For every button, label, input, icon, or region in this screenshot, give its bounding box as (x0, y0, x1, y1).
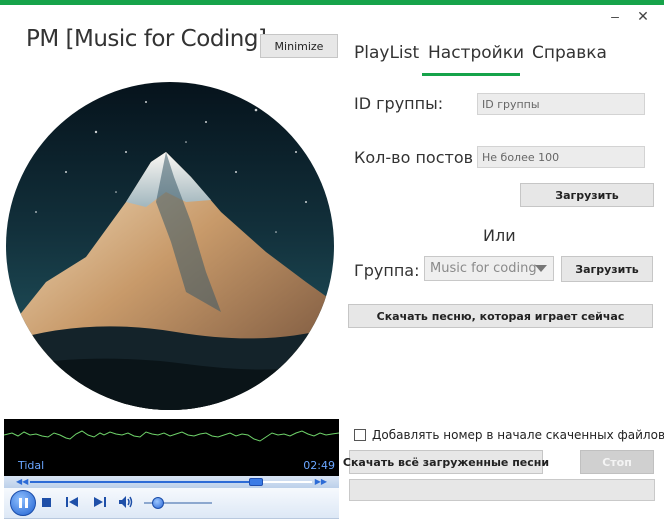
download-current-button[interactable]: Скачать песню, которая играет сейчас (348, 304, 653, 328)
player-controls (4, 488, 339, 519)
volume-icon[interactable] (118, 495, 134, 509)
tab-playlist[interactable]: PlayList (354, 40, 424, 76)
tab-help[interactable]: Справка (532, 40, 612, 76)
media-player: Tidal 02:49 ◀◀ ▶▶ (4, 419, 339, 519)
tab-settings[interactable]: Настройки (422, 40, 524, 76)
tab-bar: PlayList Настройки Справка (346, 40, 664, 76)
mountain-night-image (6, 82, 334, 410)
group-load-button[interactable]: Загрузить (561, 256, 653, 282)
window-minimize-icon[interactable]: – (605, 8, 625, 24)
chevron-down-icon (535, 265, 547, 272)
group-label: Группа: (354, 261, 420, 280)
album-art (6, 82, 334, 410)
app-title: PM [Music for Coding] (26, 26, 267, 52)
number-prefix-checkbox[interactable] (354, 429, 366, 441)
seek-track[interactable] (30, 478, 312, 486)
group-select[interactable]: Music for coding (424, 256, 554, 281)
group-id-input[interactable]: ID группы (477, 93, 645, 115)
download-progress-bar (349, 479, 655, 501)
next-icon[interactable] (92, 496, 106, 508)
window-close-icon[interactable]: ✕ (633, 8, 653, 24)
waveform-graphic (4, 430, 339, 442)
download-all-button[interactable]: Скачать всё загруженные песни (343, 450, 549, 474)
post-count-label: Кол-во постов (354, 148, 474, 167)
group-id-label: ID группы: (354, 94, 444, 113)
load-button[interactable]: Загрузить (520, 183, 654, 207)
time-display: 02:49 (303, 459, 335, 472)
source-label: Tidal (18, 459, 45, 472)
pause-icon[interactable] (10, 490, 36, 516)
window-accent-bar (0, 0, 664, 5)
seek-fill (30, 481, 256, 483)
fast-forward-icon[interactable]: ▶▶ (315, 477, 327, 486)
seek-thumb[interactable] (248, 478, 263, 486)
number-prefix-label: Добавлять номер в начале скаченных файло… (372, 428, 664, 442)
post-count-input[interactable]: Не более 100 (477, 146, 645, 168)
or-label: Или (483, 226, 516, 245)
stop-button[interactable]: Стоп (580, 450, 654, 474)
previous-icon[interactable] (66, 496, 80, 508)
seek-bar[interactable]: ◀◀ ▶▶ (4, 476, 339, 488)
waveform-visualizer: Tidal 02:49 (4, 419, 339, 476)
volume-thumb[interactable] (151, 497, 164, 509)
stop-icon[interactable] (42, 498, 51, 507)
minimize-button[interactable]: Minimize (260, 34, 338, 58)
number-prefix-option[interactable]: Добавлять номер в начале скаченных файло… (354, 428, 664, 442)
rewind-icon[interactable]: ◀◀ (16, 477, 28, 486)
group-select-value: Music for coding (430, 261, 537, 276)
